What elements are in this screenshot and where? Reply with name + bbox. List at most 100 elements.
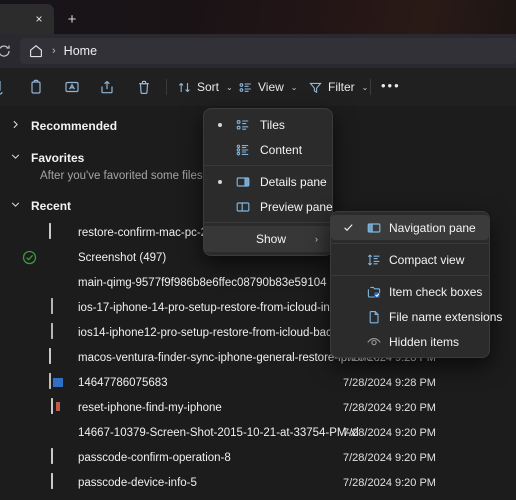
item-check-boxes-icon <box>366 284 382 300</box>
menu-item-details-pane[interactable]: Details pane <box>204 169 332 194</box>
file-explorer-window: × + › Home Sort ⌄ View ⌄ Filter ⌄ ••• Re… <box>0 0 516 500</box>
title-bar: × + <box>0 0 516 34</box>
file-name: 14667-10379-Screen-Shot-2015-10-21-at-33… <box>78 426 359 439</box>
home-icon[interactable] <box>28 43 44 59</box>
new-tab-button[interactable]: + <box>60 7 84 31</box>
file-thumbnail <box>49 323 66 341</box>
toolbar-divider-2 <box>370 79 371 95</box>
chevron-down-icon[interactable] <box>10 151 21 165</box>
selected-bullet-icon <box>218 179 222 184</box>
file-date: 7/28/2024 9:20 PM <box>343 476 436 489</box>
file-date: 7/28/2024 9:20 PM <box>343 451 436 464</box>
menu-item-label: Navigation pane <box>389 220 476 235</box>
breadcrumb[interactable]: › Home <box>20 38 516 64</box>
table-row[interactable]: 14667-10379-Screen-Shot-2015-10-21-at-33… <box>0 420 516 445</box>
file-thumbnail <box>49 223 66 241</box>
file-name: reset-iphone-find-my-iphone <box>78 401 222 414</box>
chevron-right-icon: › <box>315 234 318 244</box>
compact-view-icon <box>366 252 382 268</box>
browser-tab[interactable]: × <box>0 4 54 34</box>
chevron-down-icon: ⌄ <box>361 82 369 92</box>
rename-icon[interactable] <box>62 77 82 97</box>
show-submenu: Navigation pane Compact view Item check … <box>330 211 502 358</box>
menu-separator <box>331 275 489 276</box>
menu-item-label: Content <box>260 142 303 157</box>
menu-item-file-name-extensions[interactable]: File name extensions <box>331 304 502 329</box>
tab-close-icon[interactable]: × <box>28 8 50 30</box>
address-bar: › Home <box>0 34 516 68</box>
table-row[interactable]: reset-iphone-find-my-iphone 7/28/2024 9:… <box>0 395 516 420</box>
chevron-down-icon[interactable] <box>10 199 21 213</box>
file-thumbnail <box>49 348 66 366</box>
file-thumbnail <box>49 398 66 416</box>
filter-button[interactable]: Filter ⌄ <box>308 76 368 98</box>
menu-item-show[interactable]: Show › <box>204 226 332 252</box>
sort-button[interactable]: Sort ⌄ <box>177 76 233 98</box>
file-thumbnail <box>49 424 66 441</box>
group-header-recommended[interactable]: Recommended <box>10 116 117 136</box>
file-name: passcode-confirm-operation-8 <box>78 451 231 464</box>
sync-status-icon <box>22 250 37 265</box>
table-row[interactable]: 14647786075683 7/28/2024 9:28 PM <box>0 370 516 395</box>
file-date: 7/28/2024 9:28 PM <box>343 376 436 389</box>
group-header-favorites[interactable]: Favorites <box>10 148 84 168</box>
tiles-icon <box>235 117 251 133</box>
copy-icon[interactable] <box>26 77 46 97</box>
file-name: Screenshot (497) <box>78 251 167 264</box>
file-thumbnail <box>49 473 66 491</box>
file-name: restore-confirm-mac-pc-2 <box>78 226 208 239</box>
file-name: 14647786075683 <box>78 376 168 389</box>
menu-item-label: Tiles <box>260 117 285 132</box>
menu-item-navigation-pane[interactable]: Navigation pane <box>331 215 489 240</box>
view-button[interactable]: View ⌄ <box>238 76 298 98</box>
menu-item-content[interactable]: Content <box>204 137 332 162</box>
filter-label: Filter <box>328 80 355 94</box>
file-thumbnail <box>49 298 66 316</box>
share-icon[interactable] <box>97 77 117 97</box>
table-row[interactable]: passcode-device-info-5 7/28/2024 9:20 PM <box>0 470 516 495</box>
menu-item-label: Details pane <box>260 174 327 189</box>
table-row[interactable]: passcode-confirm-operation-8 7/28/2024 9… <box>0 445 516 470</box>
file-thumbnail <box>49 448 66 466</box>
menu-item-preview-pane[interactable]: Preview pane <box>204 194 333 219</box>
sort-label: Sort <box>197 80 220 94</box>
group-title: Recommended <box>31 119 118 133</box>
selected-bullet-icon <box>218 122 222 127</box>
delete-icon[interactable] <box>134 77 154 97</box>
menu-item-label: File name extensions <box>389 309 503 324</box>
view-icon <box>238 80 253 95</box>
command-bar: Sort ⌄ View ⌄ Filter ⌄ ••• <box>0 68 516 107</box>
chevron-right-icon[interactable] <box>10 119 21 133</box>
filter-icon <box>308 80 323 95</box>
file-name: main-qimg-9577f9f986b8e6ffec08790b83e591… <box>78 276 327 289</box>
menu-separator <box>204 222 332 223</box>
menu-item-label: Compact view <box>389 252 465 267</box>
menu-item-item-check-boxes[interactable]: Item check boxes <box>331 279 489 304</box>
file-date: 7/28/2024 9:20 PM <box>343 401 436 414</box>
file-name-extensions-icon <box>366 309 382 325</box>
refresh-icon[interactable] <box>0 43 12 59</box>
more-options-button[interactable]: ••• <box>381 79 401 92</box>
hidden-items-icon <box>366 334 382 350</box>
group-title: Favorites <box>31 151 85 165</box>
menu-item-label: Show <box>256 232 287 246</box>
file-name: passcode-device-info-5 <box>78 476 197 489</box>
menu-item-compact-view[interactable]: Compact view <box>331 247 489 272</box>
chevron-down-icon: ⌄ <box>290 82 298 92</box>
file-thumbnail <box>49 373 66 391</box>
preview-pane-icon <box>235 199 251 215</box>
cut-icon[interactable] <box>0 77 14 97</box>
menu-item-hidden-items[interactable]: Hidden items <box>331 329 489 354</box>
menu-item-label: Item check boxes <box>389 284 483 299</box>
view-label: View <box>258 80 284 94</box>
menu-separator <box>204 165 332 166</box>
breadcrumb-path-label[interactable]: Home <box>64 44 97 58</box>
menu-item-label: Preview pane <box>260 199 333 214</box>
group-header-recent[interactable]: Recent <box>10 196 71 216</box>
check-icon <box>342 221 355 234</box>
file-date: 7/28/2024 9:20 PM <box>343 426 436 439</box>
file-thumbnail <box>49 274 66 291</box>
navigation-pane-icon <box>366 220 382 236</box>
menu-item-tiles[interactable]: Tiles <box>204 112 332 137</box>
menu-item-label: Hidden items <box>389 334 460 349</box>
